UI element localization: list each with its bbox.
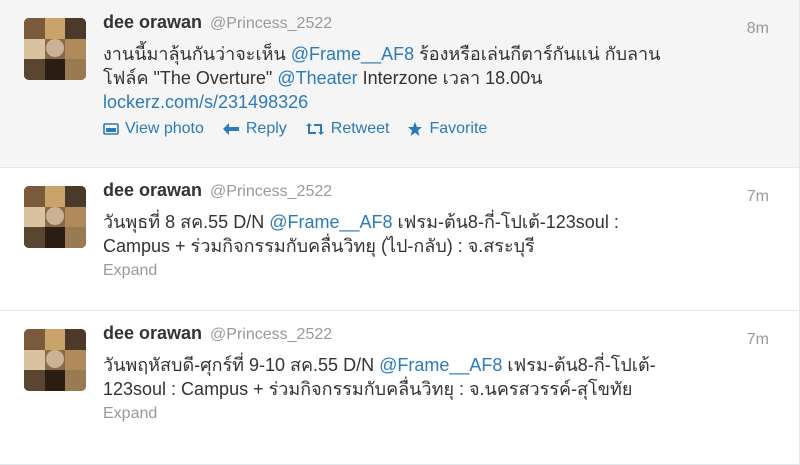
mention-link[interactable]: @Frame__AF8 <box>379 355 502 375</box>
mention-link[interactable]: @Frame__AF8 <box>269 212 392 232</box>
tweet-text-line: วันพุธที่ 8 สค.55 D/N @Frame__AF8 เฟรม-ต… <box>103 210 769 234</box>
tweet-item[interactable]: dee orawan @Princess_2522 8m งานนี้มาลุ้… <box>0 0 799 168</box>
tweet-actions: View photo Reply Retweet Favorite <box>103 120 769 138</box>
tweet-text-line: งานนี้มาลุ้นกันว่าจะเห็น @Frame__AF8 ร้อ… <box>103 42 769 66</box>
tweet-header: dee orawan @Princess_2522 <box>103 323 769 351</box>
text-segment: ร้องหรือเล่นกีตาร์กันแน่ กับลาน <box>414 44 661 64</box>
text-segment: Interzone เวลา 18.00น <box>357 68 543 88</box>
tweet-text-line: Campus + ร่วมกิจกรรมกับคลื่นวิทยุ (ไป-กล… <box>103 236 535 256</box>
reply-arrow-icon <box>222 123 239 135</box>
user-handle[interactable]: @Princess_2522 <box>210 15 332 33</box>
tweet-timestamp[interactable]: 7m <box>747 331 769 349</box>
expand-link[interactable]: Expand <box>103 405 769 423</box>
favorite-label: Favorite <box>429 120 488 137</box>
view-photo-label: View photo <box>125 120 204 137</box>
photo-icon <box>103 123 119 135</box>
tweet-text: วันพุธที่ 8 สค.55 D/N @Frame__AF8 เฟรม-ต… <box>103 210 769 258</box>
avatar[interactable] <box>24 329 86 391</box>
reply-label: Reply <box>245 120 287 137</box>
tweet-item[interactable]: dee orawan @Princess_2522 7m วันพฤหัสบดี… <box>0 311 799 465</box>
user-handle[interactable]: @Princess_2522 <box>210 183 332 201</box>
user-handle[interactable]: @Princess_2522 <box>210 326 332 344</box>
avatar[interactable] <box>24 186 86 248</box>
text-segment: วันพฤหัสบดี-ศุกร์ที่ 9-10 สค.55 D/N <box>103 355 380 375</box>
text-segment: เฟรม-ต้น8-กี่-โปเต้- <box>502 355 656 375</box>
url-link[interactable]: lockerz.com/s/231498326 <box>103 92 308 112</box>
tweet-text: วันพฤหัสบดี-ศุกร์ที่ 9-10 สค.55 D/N @Fra… <box>103 353 769 401</box>
expand-link[interactable]: Expand <box>103 262 769 280</box>
user-fullname[interactable]: dee orawan <box>103 180 202 201</box>
tweet-timestamp[interactable]: 7m <box>747 188 769 206</box>
view-photo-button[interactable]: View photo <box>103 120 204 138</box>
reply-button[interactable]: Reply <box>222 120 287 138</box>
text-segment: โฟล์ค "The Overture" <box>103 68 278 88</box>
star-icon <box>408 122 423 136</box>
retweet-button[interactable]: Retweet <box>305 120 390 138</box>
text-segment: วันพุธที่ 8 สค.55 D/N <box>103 212 270 232</box>
user-fullname[interactable]: dee orawan <box>103 323 202 344</box>
tweet-header: dee orawan @Princess_2522 <box>103 180 769 208</box>
tweet-text-line: วันพฤหัสบดี-ศุกร์ที่ 9-10 สค.55 D/N @Fra… <box>103 353 769 377</box>
tweet-timestamp[interactable]: 8m <box>747 20 769 38</box>
avatar[interactable] <box>24 18 86 80</box>
tweet-header: dee orawan @Princess_2522 <box>103 12 769 40</box>
text-segment: งานนี้มาลุ้นกันว่าจะเห็น <box>103 44 291 64</box>
text-segment: เฟรม-ต้น8-กี่-โปเต้-123soul : <box>392 212 619 232</box>
tweet-item[interactable]: dee orawan @Princess_2522 7m วันพุธที่ 8… <box>0 168 799 311</box>
tweet-timeline: dee orawan @Princess_2522 8m งานนี้มาลุ้… <box>0 0 800 465</box>
tweet-text-line: โฟล์ค "The Overture" @Theater Interzone … <box>103 66 769 90</box>
mention-link[interactable]: @Theater <box>277 68 357 88</box>
tweet-text: งานนี้มาลุ้นกันว่าจะเห็น @Frame__AF8 ร้อ… <box>103 42 769 114</box>
favorite-button[interactable]: Favorite <box>407 120 487 138</box>
tweet-text-line: 123soul : Campus + ร่วมกิจกรรมกับคลื่นวิ… <box>103 379 633 399</box>
user-fullname[interactable]: dee orawan <box>103 12 202 33</box>
retweet-icon <box>305 123 324 135</box>
tweet-text-line: lockerz.com/s/231498326 <box>103 90 769 114</box>
mention-link[interactable]: @Frame__AF8 <box>291 44 414 64</box>
retweet-label: Retweet <box>330 120 390 137</box>
